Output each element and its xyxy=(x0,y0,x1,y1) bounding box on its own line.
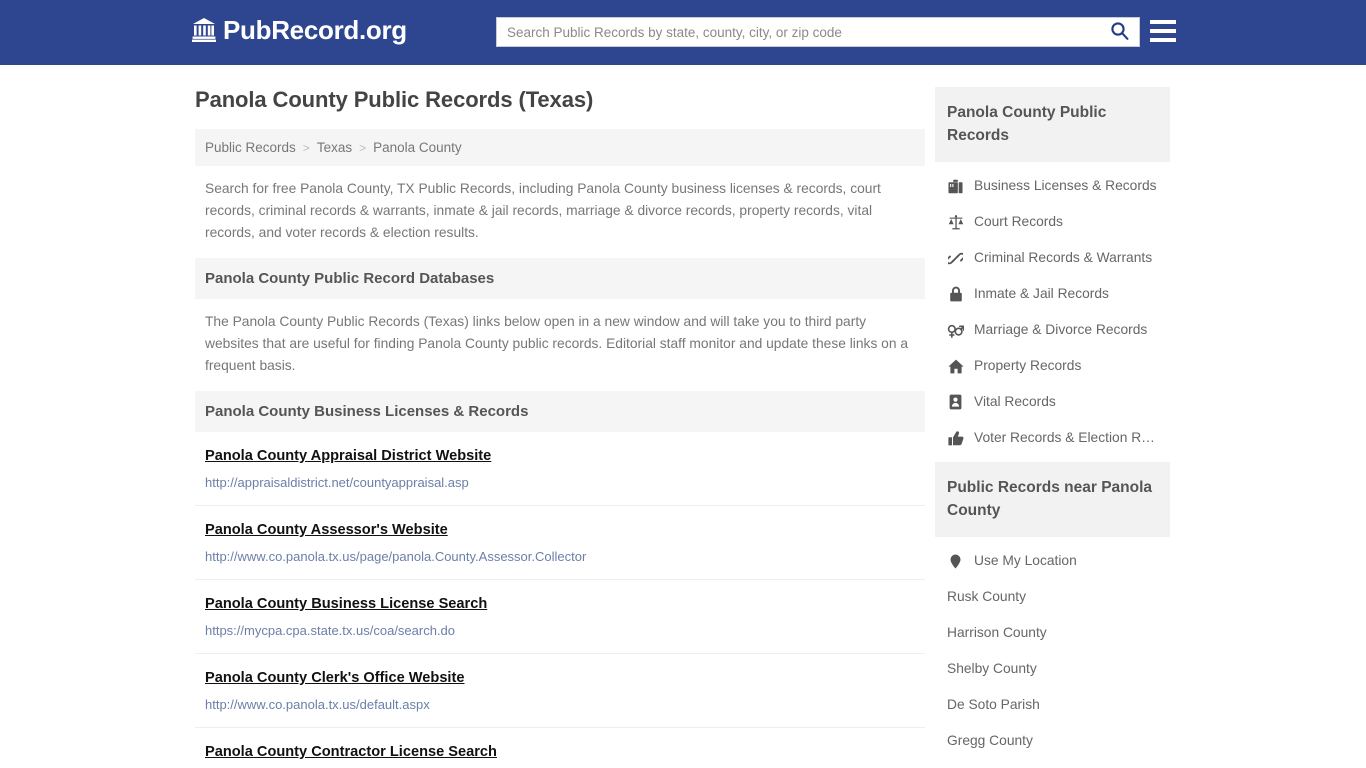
record-link-title[interactable]: Panola County Contractor License Search xyxy=(205,742,497,762)
sidebar-item-label: Vital Records xyxy=(974,394,1056,409)
site-logo[interactable]: PubRecord.org xyxy=(192,16,407,44)
sidebar-item-vital-records[interactable]: Vital Records xyxy=(935,384,1170,420)
sidebar-item-criminal-records[interactable]: Criminal Records & Warrants xyxy=(935,240,1170,276)
sidebar-item-label: Gregg County xyxy=(947,733,1033,748)
search-bar[interactable] xyxy=(496,17,1140,47)
balance-scale-icon xyxy=(947,214,964,230)
logo-text: PubRecord.org xyxy=(223,15,407,45)
sidebar-item-rusk-county[interactable]: Rusk County xyxy=(935,579,1170,615)
record-link-url[interactable]: http://www.co.panola.tx.us/default.aspx xyxy=(205,696,915,714)
breadcrumb-item-public-records[interactable]: Public Records xyxy=(205,140,296,155)
sidebar-item-label: Inmate & Jail Records xyxy=(974,286,1109,301)
map-pin-icon xyxy=(947,554,964,569)
sidebar-item-shelby-county[interactable]: Shelby County xyxy=(935,651,1170,687)
sidebar-item-harrison-county[interactable]: Harrison County xyxy=(935,615,1170,651)
sidebar-item-label: Criminal Records & Warrants xyxy=(974,250,1153,265)
record-link-title[interactable]: Panola County Appraisal District Website xyxy=(205,446,491,466)
sidebar-item-label: Harrison County xyxy=(947,625,1047,640)
section-heading-business-licenses: Panola County Business Licenses & Record… xyxy=(195,391,925,432)
list-item: Panola County Contractor License Search … xyxy=(195,728,925,768)
sidebar-item-label: De Soto Parish xyxy=(947,697,1040,712)
sidebar-item-label: Rusk County xyxy=(947,589,1026,604)
hamburger-menu-icon[interactable] xyxy=(1150,20,1176,42)
venus-mars-icon xyxy=(947,323,964,338)
home-icon xyxy=(947,359,964,374)
list-item: Panola County Assessor's Website http://… xyxy=(195,506,925,580)
sidebar-item-label: Marriage & Divorce Records xyxy=(974,322,1148,337)
sidebar-item-marriage-divorce-records[interactable]: Marriage & Divorce Records xyxy=(935,312,1170,348)
sidebar: Panola County Public Records Business Li… xyxy=(935,87,1170,765)
handcuffs-icon xyxy=(947,251,964,266)
breadcrumb-item-panola-county[interactable]: Panola County xyxy=(373,140,462,155)
breadcrumb-separator: > xyxy=(359,140,367,155)
sidebar-item-gregg-county[interactable]: Gregg County xyxy=(935,723,1170,759)
record-link-title[interactable]: Panola County Assessor's Website xyxy=(205,520,448,540)
sidebar-item-label: Voter Records & Election R… xyxy=(974,430,1155,445)
list-item: Panola County Appraisal District Website… xyxy=(195,432,925,506)
sidebar-nearby-list: Use My Location Rusk County Harrison Cou… xyxy=(935,537,1170,759)
page-body: Panola County Public Records (Texas) Pub… xyxy=(0,65,1366,768)
sidebar-item-use-my-location[interactable]: Use My Location xyxy=(935,543,1170,579)
list-item: Panola County Clerk's Office Website htt… xyxy=(195,654,925,728)
record-link-title[interactable]: Panola County Clerk's Office Website xyxy=(205,668,464,688)
sidebar-panel-nearby: Public Records near Panola County Use My… xyxy=(935,462,1170,759)
search-icon xyxy=(1110,21,1129,43)
sidebar-item-inmate-jail-records[interactable]: Inmate & Jail Records xyxy=(935,276,1170,312)
main-content: Panola County Public Records (Texas) Pub… xyxy=(195,87,925,768)
record-link-title[interactable]: Panola County Business License Search xyxy=(205,594,487,614)
sidebar-item-label: Property Records xyxy=(974,358,1082,373)
sidebar-item-court-records[interactable]: Court Records xyxy=(935,204,1170,240)
sidebar-item-label: Shelby County xyxy=(947,661,1037,676)
databases-paragraph: The Panola County Public Records (Texas)… xyxy=(205,314,909,373)
sidebar-item-property-records[interactable]: Property Records xyxy=(935,348,1170,384)
record-link-url[interactable]: http://appraisaldistrict.net/countyappra… xyxy=(205,474,915,492)
sidebar-item-de-soto-parish[interactable]: De Soto Parish xyxy=(935,687,1170,723)
sidebar-item-voter-records[interactable]: Voter Records & Election R… xyxy=(935,420,1170,456)
record-link-url[interactable]: https://mycpa.cpa.state.tx.us/coa/search… xyxy=(205,622,915,640)
sidebar-heading-nearby: Public Records near Panola County xyxy=(935,462,1170,537)
id-badge-icon xyxy=(947,394,964,410)
record-link-url[interactable]: http://www.co.panola.tx.us/page/panola.C… xyxy=(205,548,915,566)
intro-paragraph: Search for free Panola County, TX Public… xyxy=(205,181,881,240)
sidebar-records-list: Business Licenses & Records Court Record… xyxy=(935,162,1170,456)
thumbs-up-icon xyxy=(947,430,964,446)
sidebar-heading-records: Panola County Public Records xyxy=(935,87,1170,162)
site-header: PubRecord.org xyxy=(0,0,1366,65)
sidebar-item-business-licenses[interactable]: Business Licenses & Records xyxy=(935,168,1170,204)
breadcrumb-item-texas[interactable]: Texas xyxy=(317,140,352,155)
bank-icon xyxy=(192,17,216,43)
sidebar-item-label: Business Licenses & Records xyxy=(974,178,1157,193)
list-item: Panola County Business License Search ht… xyxy=(195,580,925,654)
briefcase-icon xyxy=(947,179,964,194)
page-title: Panola County Public Records (Texas) xyxy=(195,87,594,112)
sidebar-item-label: Court Records xyxy=(974,214,1063,229)
search-button[interactable] xyxy=(1099,18,1139,46)
lock-icon xyxy=(947,286,964,302)
breadcrumb-separator: > xyxy=(302,140,310,155)
breadcrumb: Public Records > Texas > Panola County xyxy=(195,129,925,166)
search-input[interactable] xyxy=(497,18,1099,46)
section-heading-databases: Panola County Public Record Databases xyxy=(195,258,925,299)
sidebar-item-label: Use My Location xyxy=(974,553,1077,568)
sidebar-panel-records: Panola County Public Records Business Li… xyxy=(935,87,1170,456)
